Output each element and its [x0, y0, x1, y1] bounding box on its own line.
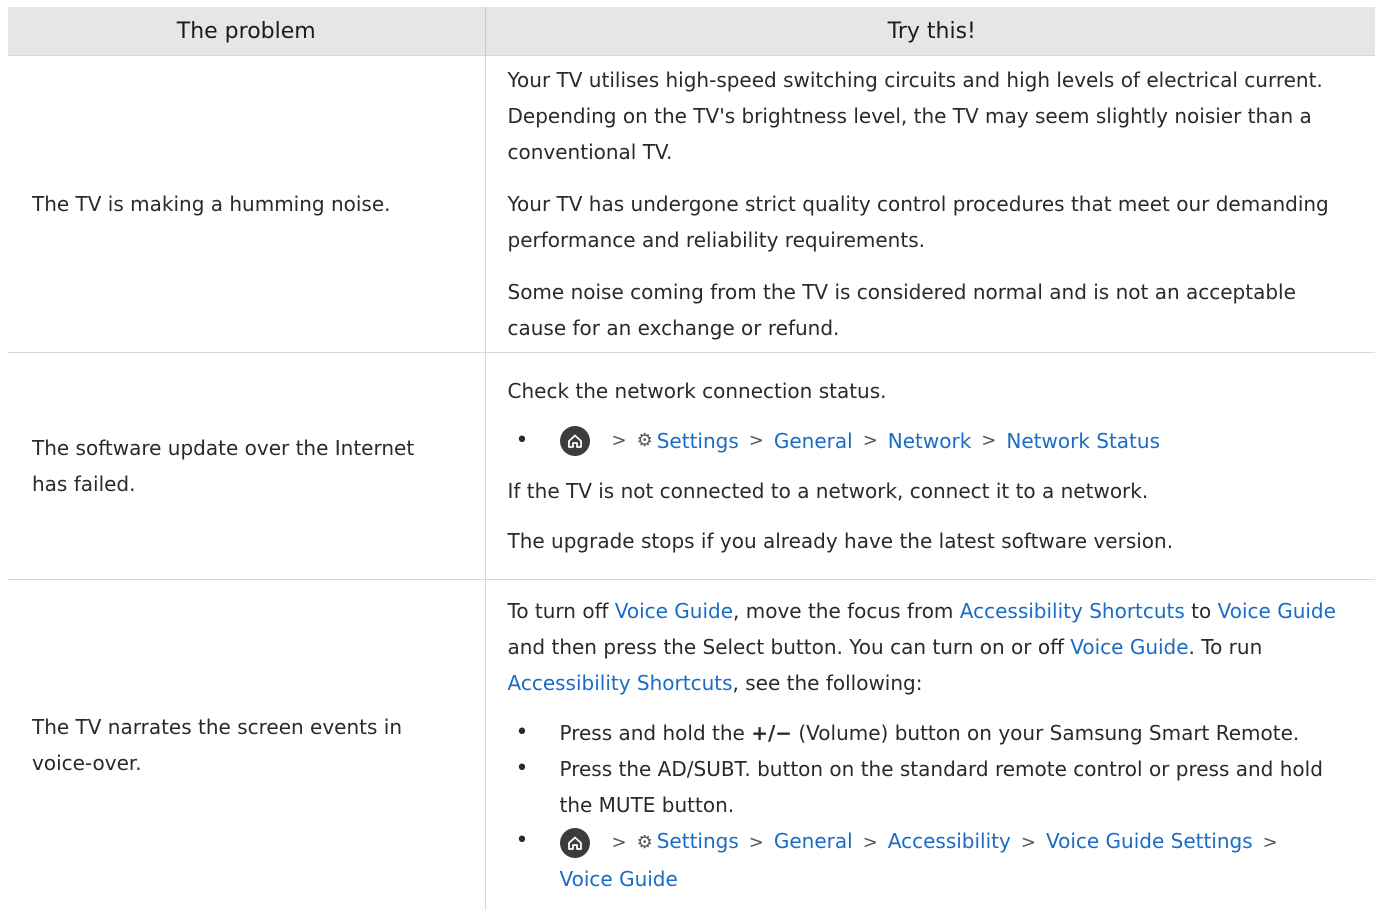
solution-paragraph: Your TV utilises high-speed switching ci… — [507, 68, 1323, 164]
link-voice-guide[interactable]: Voice Guide — [615, 599, 733, 623]
table-row: The TV is making a humming noise. Your T… — [8, 55, 1375, 353]
bullet: • — [515, 720, 529, 745]
home-icon[interactable] — [559, 426, 590, 456]
menu-link-general[interactable]: General — [774, 423, 853, 459]
solution-paragraph: Some noise coming from the TV is conside… — [507, 280, 1296, 340]
solution-cell: Check the network connection status. • >… — [484, 352, 1375, 580]
solution-paragraph: Check the network connection status. — [507, 379, 887, 403]
menu-path: > ⚙ Settings > General > Accessibility > Voice G… — [559, 823, 1357, 897]
menu-link-settings[interactable]: Settings — [657, 829, 739, 853]
chevron-right-icon: > — [748, 832, 764, 853]
link-voice-guide[interactable]: Voice Guide — [1218, 599, 1336, 623]
bullet: • — [515, 428, 529, 453]
solution-paragraph: To turn off Voice Guide, move the focus … — [507, 599, 1336, 695]
chevron-right-icon: > — [862, 832, 878, 853]
solution-paragraph: If the TV is not connected to a network,… — [507, 479, 1149, 503]
bullet-list: • Press and hold the +/− (Volume) button… — [508, 715, 1357, 897]
link-voice-guide[interactable]: Voice Guide — [1070, 635, 1188, 659]
list-item: • > ⚙ Settings > General > Accessibility > Voice… — [508, 823, 1357, 897]
menu-link-settings[interactable]: Settings — [657, 423, 739, 459]
menu-link-voice-guide[interactable]: Voice Guide — [560, 867, 678, 891]
problem-cell: The TV narrates the screen events in voi… — [8, 579, 485, 910]
bullet: • — [515, 756, 529, 781]
list-item: • Press and hold the +/− (Volume) button… — [508, 715, 1357, 751]
header-try-this: Try this! — [484, 7, 1375, 56]
chevron-right-icon: > — [748, 430, 764, 451]
menu-path: • > ⚙ Settings > General > Network > Net… — [508, 423, 1357, 459]
header-problem: The problem — [8, 7, 485, 56]
problem-cell: The TV is making a humming noise. — [8, 55, 485, 353]
home-icon[interactable] — [559, 827, 590, 858]
bullet: • — [515, 828, 529, 853]
link-accessibility-shortcuts[interactable]: Accessibility Shortcuts — [508, 671, 733, 695]
table-header-row: The problem Try this! — [8, 7, 1375, 56]
chevron-right-icon: > — [611, 832, 627, 853]
chevron-right-icon: > — [611, 430, 627, 451]
chevron-right-icon: > — [862, 430, 878, 451]
solution-paragraph: The upgrade stops if you already have th… — [507, 529, 1174, 553]
gear-icon: ⚙ — [636, 430, 653, 451]
table-row: The TV narrates the screen events in voi… — [8, 579, 1375, 910]
link-accessibility-shortcuts[interactable]: Accessibility Shortcuts — [960, 599, 1185, 623]
table-row: The software update over the Internet ha… — [8, 352, 1375, 580]
solution-cell: Your TV utilises high-speed switching ci… — [484, 55, 1375, 353]
chevron-right-icon: > — [981, 430, 997, 451]
list-item: • Press the AD/SUBT. button on the stand… — [508, 751, 1357, 823]
solution-paragraph: Your TV has undergone strict quality con… — [507, 192, 1329, 252]
solution-cell: To turn off Voice Guide, move the focus … — [484, 579, 1375, 910]
problem-cell: The software update over the Internet ha… — [8, 352, 485, 580]
menu-link-general[interactable]: General — [774, 829, 853, 853]
menu-link-accessibility[interactable]: Accessibility — [888, 829, 1011, 853]
menu-link-network[interactable]: Network — [888, 423, 972, 459]
menu-link-voice-guide-settings[interactable]: Voice Guide Settings — [1046, 829, 1253, 853]
chevron-right-icon: > — [1020, 832, 1036, 853]
gear-icon: ⚙ — [636, 832, 653, 853]
menu-link-network-status[interactable]: Network Status — [1006, 423, 1160, 459]
chevron-right-icon: > — [1262, 832, 1278, 853]
volume-symbol: +/− — [751, 721, 793, 745]
troubleshooting-table: The problem Try this! The TV is making a… — [8, 7, 1375, 910]
